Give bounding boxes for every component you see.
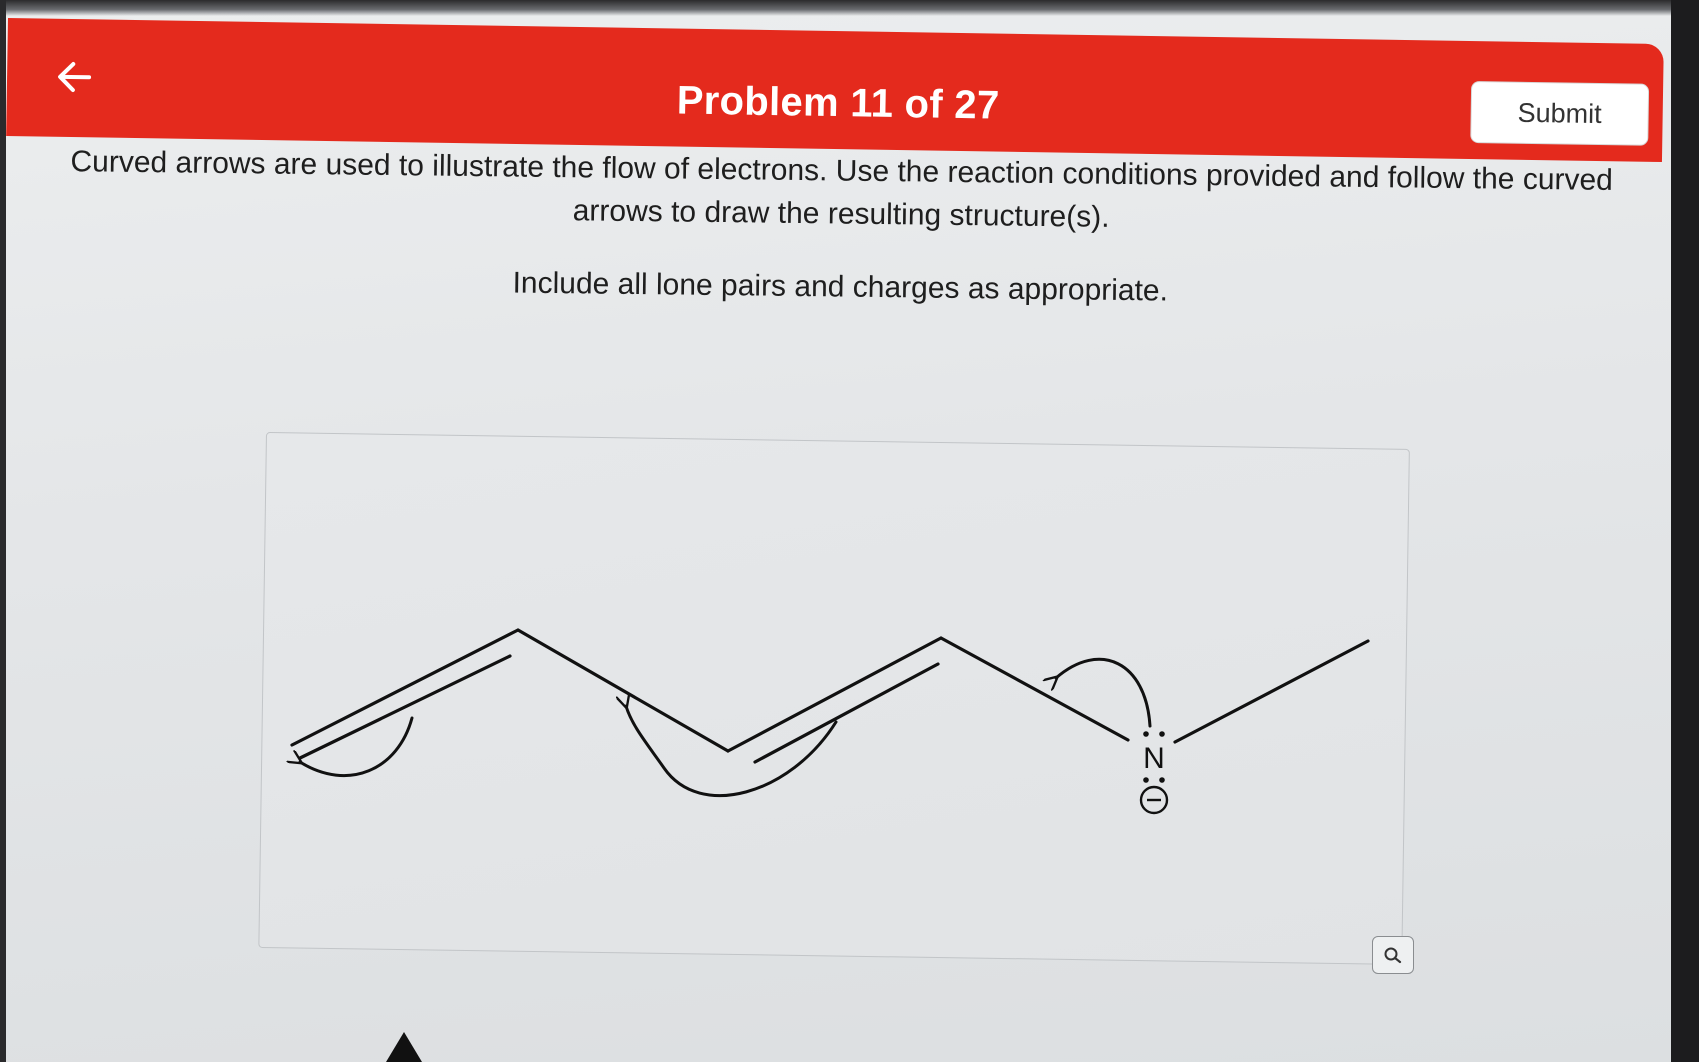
magnifier-icon bbox=[1384, 947, 1402, 964]
device-bezel-left bbox=[0, 0, 6, 1062]
submit-button[interactable]: Submit bbox=[1470, 80, 1650, 146]
device-bezel-top bbox=[0, 0, 1699, 16]
page-title: Problem 11 of 27 bbox=[676, 78, 1000, 128]
drawing-canvas[interactable] bbox=[258, 432, 1410, 965]
arrow-left-icon[interactable] bbox=[55, 59, 96, 96]
zoom-button[interactable] bbox=[1372, 936, 1414, 974]
triangle-tool-icon[interactable] bbox=[384, 1030, 424, 1062]
problem-instructions: Curved arrows are used to illustrate the… bbox=[60, 140, 1622, 318]
instruction-text: Curved arrows are used to illustrate the… bbox=[70, 145, 1614, 234]
device-bezel-right bbox=[1671, 0, 1699, 1062]
